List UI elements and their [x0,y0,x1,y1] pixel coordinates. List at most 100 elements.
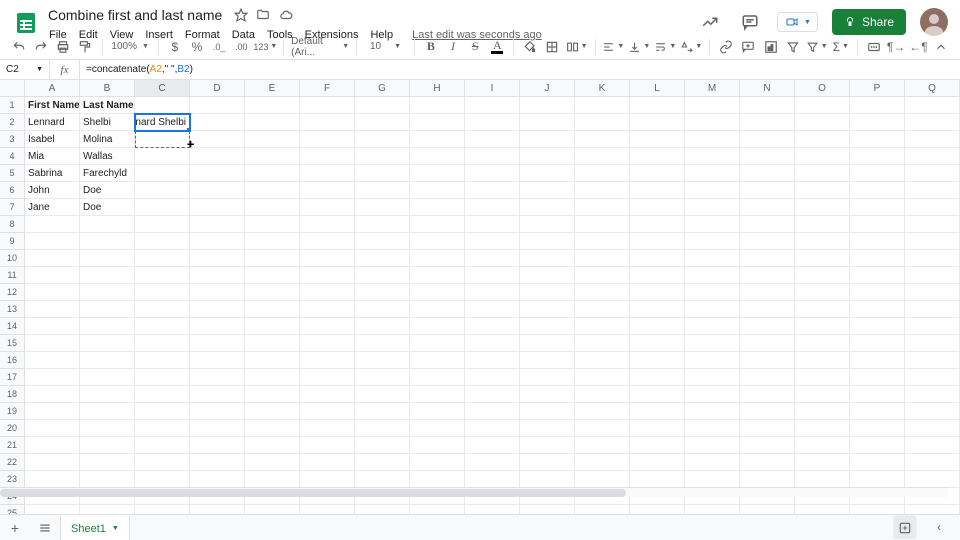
cell[interactable] [850,386,905,403]
cell[interactable] [300,199,355,216]
cell[interactable] [465,182,520,199]
cell[interactable] [740,97,795,114]
cell[interactable] [630,97,685,114]
cell[interactable] [190,505,245,514]
text-rotation-icon[interactable]: ▼ [680,37,702,57]
cell[interactable] [850,454,905,471]
cell[interactable] [465,386,520,403]
cell[interactable] [850,420,905,437]
cell[interactable] [410,335,465,352]
cell[interactable] [300,454,355,471]
cell[interactable] [190,233,245,250]
cell[interactable] [795,250,850,267]
insert-comment-icon[interactable] [739,37,757,57]
cell[interactable] [740,284,795,301]
cell[interactable] [80,250,135,267]
cell[interactable] [135,301,190,318]
cell[interactable] [685,284,740,301]
cell[interactable] [905,131,960,148]
cell[interactable] [795,301,850,318]
cell[interactable] [245,114,300,131]
cell[interactable] [630,505,685,514]
cell[interactable] [190,267,245,284]
cell[interactable] [575,471,630,488]
row-header[interactable]: 8 [0,216,25,233]
cell[interactable] [80,233,135,250]
cell[interactable] [355,369,410,386]
cell[interactable] [355,471,410,488]
cell[interactable] [355,284,410,301]
cell[interactable] [190,165,245,182]
cell[interactable] [520,335,575,352]
cell[interactable] [300,335,355,352]
cell[interactable] [300,97,355,114]
cell[interactable] [300,216,355,233]
cell[interactable] [740,335,795,352]
cell[interactable] [905,114,960,131]
cell[interactable] [630,284,685,301]
cell[interactable] [740,267,795,284]
cell[interactable] [575,318,630,335]
name-box[interactable]: C2▼ [0,60,50,79]
decimal-decrease-icon[interactable]: .0_ [210,37,228,57]
cell[interactable] [410,199,465,216]
cell[interactable] [190,284,245,301]
cell[interactable] [355,216,410,233]
cell[interactable] [410,352,465,369]
cell[interactable] [795,199,850,216]
cell[interactable] [520,505,575,514]
cell[interactable] [575,182,630,199]
column-header[interactable]: Q [905,80,960,97]
cell[interactable] [520,97,575,114]
cell[interactable] [410,471,465,488]
cell[interactable] [850,216,905,233]
cell[interactable] [245,284,300,301]
column-header[interactable]: J [520,80,575,97]
cell[interactable] [740,403,795,420]
cell[interactable] [685,420,740,437]
cell[interactable] [630,454,685,471]
cell[interactable] [520,420,575,437]
cell[interactable] [520,369,575,386]
cell[interactable] [25,471,80,488]
cell[interactable] [410,454,465,471]
cell[interactable] [905,505,960,514]
cell[interactable] [740,505,795,514]
document-title[interactable]: Combine first and last name [44,6,226,24]
cell[interactable] [630,403,685,420]
fill-color-icon[interactable] [521,37,539,57]
cell[interactable] [520,352,575,369]
cell[interactable] [355,182,410,199]
cell[interactable] [630,471,685,488]
cell[interactable] [905,335,960,352]
row-header[interactable]: 1 [0,97,25,114]
cell[interactable] [575,437,630,454]
cell[interactable] [905,352,960,369]
cell[interactable] [630,114,685,131]
cell[interactable] [795,114,850,131]
cell[interactable] [795,386,850,403]
filter-icon[interactable] [784,37,802,57]
cell[interactable] [245,420,300,437]
cell[interactable] [190,471,245,488]
cell[interactable] [410,386,465,403]
cell[interactable] [190,369,245,386]
spreadsheet-grid[interactable]: ABCDEFGHIJKLMNOPQ1First NameLast Name2Le… [0,80,960,514]
cell[interactable] [795,148,850,165]
cell[interactable] [905,284,960,301]
cell[interactable] [740,318,795,335]
cell[interactable] [300,267,355,284]
cell[interactable] [630,335,685,352]
cell[interactable] [355,199,410,216]
cell[interactable] [685,403,740,420]
cell[interactable] [245,97,300,114]
cell[interactable] [410,284,465,301]
cell[interactable] [850,182,905,199]
cell[interactable] [135,352,190,369]
cell[interactable] [905,165,960,182]
cell[interactable] [300,420,355,437]
cell[interactable] [135,97,190,114]
cell[interactable] [905,386,960,403]
cell[interactable] [520,233,575,250]
cell[interactable] [245,148,300,165]
